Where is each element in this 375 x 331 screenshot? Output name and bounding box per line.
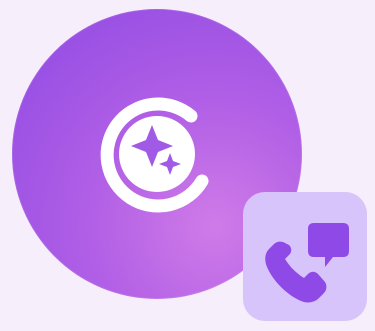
sparkle-circle-icon (100, 97, 209, 213)
phone-chat-badge[interactable] (243, 192, 367, 321)
phone-chat-icon (265, 223, 349, 303)
